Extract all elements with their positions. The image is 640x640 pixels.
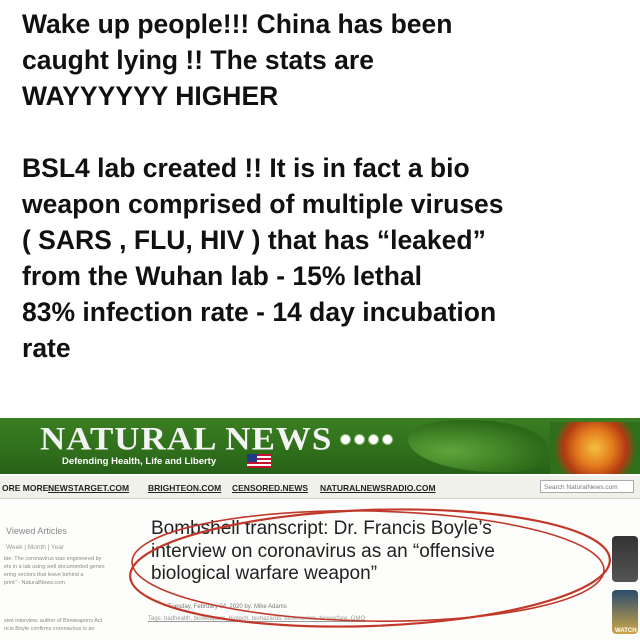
sidebar-heading: Viewed Articles [6, 526, 67, 536]
flag-icon [247, 454, 271, 468]
nav-link-radio[interactable]: NATURALNEWSRADIO.COM [320, 483, 436, 493]
headline-line[interactable]: biological warfare weapon” [151, 563, 611, 586]
viewed-articles-sidebar: Viewed Articles Week | Month | Year bie:… [0, 502, 140, 640]
nav-link-censored[interactable]: CENSORED.NEWS [232, 483, 308, 493]
site-banner: NATURAL NEWS Defending Health, Life and … [0, 418, 640, 474]
flower-graphic [550, 422, 640, 474]
social-icon[interactable] [354, 434, 365, 445]
article-headline: Bombshell transcript: Dr. Francis Boyle’… [151, 518, 611, 586]
phone-ad-image[interactable] [612, 536, 638, 582]
sidebar-snippet[interactable]: sive interview, author of Bioweapons Act [4, 618, 136, 624]
post-line: weapon comprised of multiple viruses [22, 189, 504, 219]
sidebar-snippet[interactable]: print" - NaturalNews.com [4, 580, 136, 586]
nav-more-label: ORE MORE: [2, 483, 52, 493]
social-icon[interactable] [382, 434, 393, 445]
post-line: rate [22, 333, 71, 363]
social-icons [340, 434, 393, 445]
post-text: Wake up people!!! China has been caught … [22, 6, 622, 366]
nav-link-brighteon[interactable]: BRIGHTEON.COM [148, 483, 221, 493]
post-line: caught lying !! The stats are [22, 45, 374, 75]
site-tagline: Defending Health, Life and Liberty [62, 456, 217, 467]
post-line: from the Wuhan lab - 15% lethal [22, 261, 423, 291]
embedded-screenshot: NATURAL NEWS Defending Health, Life and … [0, 418, 640, 640]
search-input[interactable]: Search NaturalNews.com [540, 480, 634, 493]
social-icon[interactable] [368, 434, 379, 445]
post-line: BSL4 lab created !! It is in fact a bio [22, 153, 470, 183]
sidebar-snippet[interactable]: ncis Boyle confirms coronavirus is an [4, 626, 136, 632]
headline-line[interactable]: interview on coronavirus as an “offensiv… [151, 541, 611, 564]
leaf-graphic [408, 420, 548, 472]
sidebar-tabs[interactable]: Week | Month | Year [6, 544, 64, 551]
article-tags[interactable]: Tags: badhealth, bioweapons, biotech, bi… [148, 616, 365, 622]
watch-label: WATCH [615, 628, 637, 634]
post-line: 83% infection rate - 14 day incubation [22, 297, 497, 327]
article-byline: Tuesday, February 04, 2020 by: Mike Adam… [168, 604, 287, 610]
sidebar-snippet[interactable]: bie: The coronavirus was engineered by [4, 556, 136, 562]
nav-link-newstarget[interactable]: NEWSTARGET.COM [48, 483, 129, 493]
headline-line[interactable]: Bombshell transcript: Dr. Francis Boyle’… [151, 518, 611, 541]
social-icon[interactable] [340, 434, 351, 445]
site-navbar: ORE MORE: NEWSTARGET.COM BRIGHTEON.COM C… [0, 476, 640, 499]
sidebar-snippet[interactable]: ets in a lab using well documented genes [4, 564, 136, 570]
post-line: WAYYYYYY HIGHER [22, 81, 279, 111]
post-line: ( SARS , FLU, HIV ) that has “leaked” [22, 225, 486, 255]
site-logo[interactable]: NATURAL NEWS [40, 419, 332, 459]
post-line: Wake up people!!! China has been [22, 9, 453, 39]
sidebar-snippet[interactable]: ering vectors that leave behind a [4, 572, 136, 578]
